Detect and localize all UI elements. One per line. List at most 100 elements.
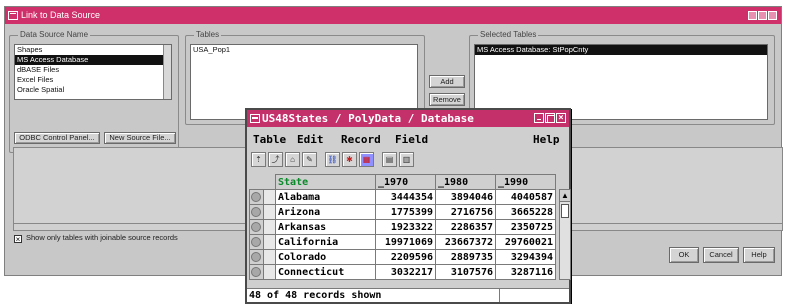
cell-state[interactable]: Colorado (275, 249, 376, 265)
menu-help[interactable]: Help (533, 133, 560, 146)
cancel-button[interactable]: Cancel (703, 247, 739, 263)
list-item[interactable]: MS Access Database (15, 55, 171, 65)
record-select-cell[interactable] (263, 234, 276, 250)
column-header-state[interactable]: State (275, 174, 376, 190)
table-row[interactable]: Connecticut 3032217 3107576 3287116 (249, 264, 556, 280)
record-marker-icon[interactable] (249, 234, 264, 250)
new-source-file-button[interactable]: New Source File... (104, 132, 176, 144)
record-marker-icon[interactable] (249, 249, 264, 265)
cell-1980[interactable]: 2889735 (435, 249, 496, 265)
close-icon[interactable] (768, 11, 777, 20)
cell-1990[interactable]: 3665228 (495, 204, 556, 220)
menu-record[interactable]: Record (341, 133, 381, 146)
table-row[interactable]: Arizona 1775399 2716756 3665228 (249, 204, 556, 220)
record-select-cell[interactable] (263, 264, 276, 280)
record-marker-icon[interactable] (249, 204, 264, 220)
record-select-cell[interactable] (263, 189, 276, 205)
data-source-group-label: Data Source Name (18, 30, 91, 40)
scroll-up-icon[interactable]: ▲ (560, 190, 570, 202)
ok-button[interactable]: OK (669, 247, 699, 263)
cell-1990[interactable]: 2350725 (495, 219, 556, 235)
column-header-1980[interactable]: _1980 (435, 174, 496, 190)
menu-edit[interactable]: Edit (297, 133, 324, 146)
data-source-scrollbar[interactable] (163, 45, 171, 99)
cell-1980[interactable]: 3894046 (435, 189, 496, 205)
home-icon[interactable]: ⌂ (285, 152, 300, 167)
window-menu-icon[interactable] (250, 114, 260, 123)
cell-1970[interactable]: 3444354 (375, 189, 436, 205)
cell-state[interactable]: Alabama (275, 189, 376, 205)
list-item[interactable]: Shapes (15, 45, 171, 55)
cell-1980[interactable]: 3107576 (435, 264, 496, 280)
maximize-icon[interactable] (545, 113, 555, 123)
cell-1990[interactable]: 4040587 (495, 189, 556, 205)
corner-cell (263, 174, 276, 190)
help-button[interactable]: Help (743, 247, 775, 263)
table-row[interactable]: California 19971069 23667372 29760021 (249, 234, 556, 250)
cell-1970[interactable]: 19971069 (375, 234, 436, 250)
column-header-1990[interactable]: _1990 (495, 174, 556, 190)
maximize-icon[interactable] (758, 11, 767, 20)
selected-tables-group-label: Selected Tables (478, 30, 539, 40)
column-header-1970[interactable]: _1970 (375, 174, 436, 190)
cell-state[interactable]: Arizona (275, 204, 376, 220)
dialog-title: Link to Data Source (21, 10, 101, 20)
list-item[interactable]: Excel Files (15, 75, 171, 85)
cell-state[interactable]: Arkansas (275, 219, 376, 235)
record-marker-icon[interactable] (249, 219, 264, 235)
record-up-icon[interactable]: ⇡ (251, 152, 266, 167)
cell-1980[interactable]: 2716756 (435, 204, 496, 220)
close-icon[interactable]: × (556, 113, 566, 123)
show-only-checkbox[interactable]: × (14, 235, 22, 244)
minimize-icon[interactable] (748, 11, 757, 20)
scroll-thumb[interactable] (561, 204, 569, 218)
table-scrollbar[interactable]: ▲ (559, 189, 571, 280)
record-marker-icon[interactable] (249, 189, 264, 205)
dialog-title-bar[interactable]: Link to Data Source (5, 7, 781, 24)
edit-icon[interactable]: ✎ (302, 152, 317, 167)
field-up-icon[interactable]: ⤴ (268, 152, 283, 167)
menu-table[interactable]: Table (253, 133, 286, 146)
cell-1980[interactable]: 2286357 (435, 219, 496, 235)
window-title-bar[interactable]: US48States / PolyData / Database × (247, 110, 569, 127)
cell-1980[interactable]: 23667372 (435, 234, 496, 250)
cell-state[interactable]: California (275, 234, 376, 250)
record-marker-icon[interactable] (249, 264, 264, 280)
table-row[interactable]: Colorado 2209596 2889735 3294394 (249, 249, 556, 265)
table-row[interactable]: Alabama 3444354 3894046 4040587 (249, 189, 556, 205)
corner-cell (249, 174, 264, 190)
record-select-cell[interactable] (263, 219, 276, 235)
cell-1990[interactable]: 3294394 (495, 249, 556, 265)
minimize-icon[interactable] (534, 113, 544, 123)
data-source-list[interactable]: Shapes MS Access Database dBASE Files Ex… (14, 44, 172, 100)
cell-state[interactable]: Connecticut (275, 264, 376, 280)
join-icon[interactable]: ✱ (342, 152, 357, 167)
menu-field[interactable]: Field (395, 133, 428, 146)
remove-button[interactable]: Remove (429, 93, 465, 106)
add-button[interactable]: Add (429, 75, 465, 88)
cell-1970[interactable]: 3032217 (375, 264, 436, 280)
list-item[interactable]: Oracle Spatial (15, 85, 171, 95)
cell-1970[interactable]: 2209596 (375, 249, 436, 265)
link-icon[interactable]: ⛓ (325, 152, 340, 167)
window-menu-icon[interactable] (8, 11, 18, 20)
table-icon[interactable]: ▥ (399, 152, 414, 167)
table-header-row: State _1970 _1980 _1990 (249, 174, 556, 190)
records-table: State _1970 _1980 _1990 Alabama 3444354 … (249, 174, 571, 280)
cell-1970[interactable]: 1923322 (375, 219, 436, 235)
toolbar: ⇡ ⤴ ⌂ ✎ ⛓ ✱ ▦ ▤ ▥ (251, 152, 414, 168)
list-item[interactable]: dBASE Files (15, 65, 171, 75)
tables-group-label: Tables (194, 30, 222, 40)
filter-icon[interactable]: ▦ (359, 152, 374, 167)
database-window: US48States / PolyData / Database × Table… (245, 108, 571, 304)
cell-1990[interactable]: 29760021 (495, 234, 556, 250)
list-item[interactable]: MS Access Database: StPopCnty (475, 45, 767, 55)
record-select-cell[interactable] (263, 204, 276, 220)
table-row[interactable]: Arkansas 1923322 2286357 2350725 (249, 219, 556, 235)
save-icon[interactable]: ▤ (382, 152, 397, 167)
list-item[interactable]: USA_Pop1 (191, 45, 417, 55)
cell-1970[interactable]: 1775399 (375, 204, 436, 220)
odbc-control-panel-button[interactable]: ODBC Control Panel... (14, 132, 100, 144)
cell-1990[interactable]: 3287116 (495, 264, 556, 280)
record-select-cell[interactable] (263, 249, 276, 265)
